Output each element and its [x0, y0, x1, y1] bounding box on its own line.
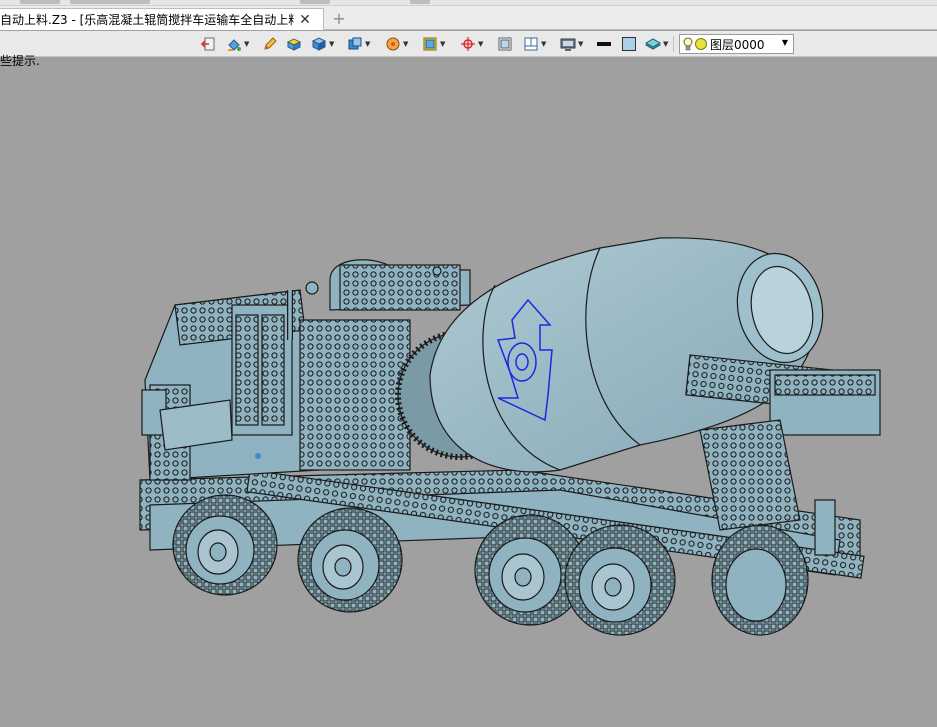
shaded-box-icon [348, 37, 362, 50]
layer-selector[interactable]: 图层0000 ▼ [679, 34, 794, 54]
pencil-icon [264, 37, 277, 50]
chevron-down-icon[interactable]: ▼ [782, 38, 788, 47]
lightbulb-icon[interactable] [683, 37, 693, 51]
paint-bucket-button[interactable]: ▼ [226, 35, 249, 53]
face-color-icon [286, 38, 302, 51]
layer-color-swatch[interactable] [695, 38, 707, 50]
solid-box-button[interactable]: ▼ [311, 35, 334, 53]
document-tab[interactable]: 自动上料.Z3 - [乐高混凝土辊筒搅拌车运输车全自动上料] ✕ [0, 8, 324, 30]
line-style-icon [597, 42, 611, 46]
fill-color-icon [622, 37, 636, 51]
wheel-rear-3 [711, 524, 809, 636]
shaded-box-button[interactable]: ▼ [347, 35, 370, 53]
close-tab-icon[interactable]: ✕ [294, 10, 316, 30]
view-toolbar: ▼ ▼ ▼ ▼ ▼ ▼ ▼ ▼ ▼ 图层0000 ▼ [0, 31, 937, 57]
fill-color-button[interactable] [621, 35, 637, 53]
paint-bucket-icon [228, 39, 241, 51]
view-frame-icon [498, 37, 512, 51]
line-style-button[interactable] [596, 35, 612, 53]
solid-box-icon [311, 37, 327, 51]
render-wheel-button[interactable]: ▼ [385, 35, 408, 53]
split-view-icon [524, 37, 538, 51]
surface-icon [423, 37, 437, 51]
exit-sketch-icon [200, 37, 215, 51]
layer-name: 图层0000 [710, 37, 765, 52]
display-mode-icon [560, 38, 576, 51]
pencil-button[interactable] [262, 35, 278, 53]
face-color-button[interactable] [286, 35, 302, 53]
new-tab-icon[interactable]: + [330, 9, 348, 28]
origin-axes-icon [461, 37, 475, 51]
document-tab-bar: 自动上料.Z3 - [乐高混凝土辊筒搅拌车运输车全自动上料] ✕ + [0, 6, 937, 30]
graphics-viewport[interactable] [0, 58, 937, 727]
render-wheel-icon [386, 37, 400, 51]
exit-sketch-button[interactable] [200, 35, 216, 53]
surface-button[interactable]: ▼ [422, 35, 445, 53]
layer-stack-button[interactable]: ▼ [645, 35, 668, 53]
origin-axes-button[interactable]: ▼ [460, 35, 483, 53]
split-view-button[interactable]: ▼ [523, 35, 546, 53]
document-tab-title: 自动上料.Z3 - [乐高混凝土辊筒搅拌车运输车全自动上料] [0, 13, 294, 27]
wheel-front [172, 494, 278, 596]
view-frame-button[interactable] [497, 35, 513, 53]
display-mode-button[interactable]: ▼ [560, 35, 583, 53]
mixer-truck-model[interactable] [139, 237, 881, 636]
wheel-front-2 [297, 507, 403, 613]
wheel-rear-2 [564, 524, 676, 636]
layer-stack-icon [645, 38, 661, 50]
